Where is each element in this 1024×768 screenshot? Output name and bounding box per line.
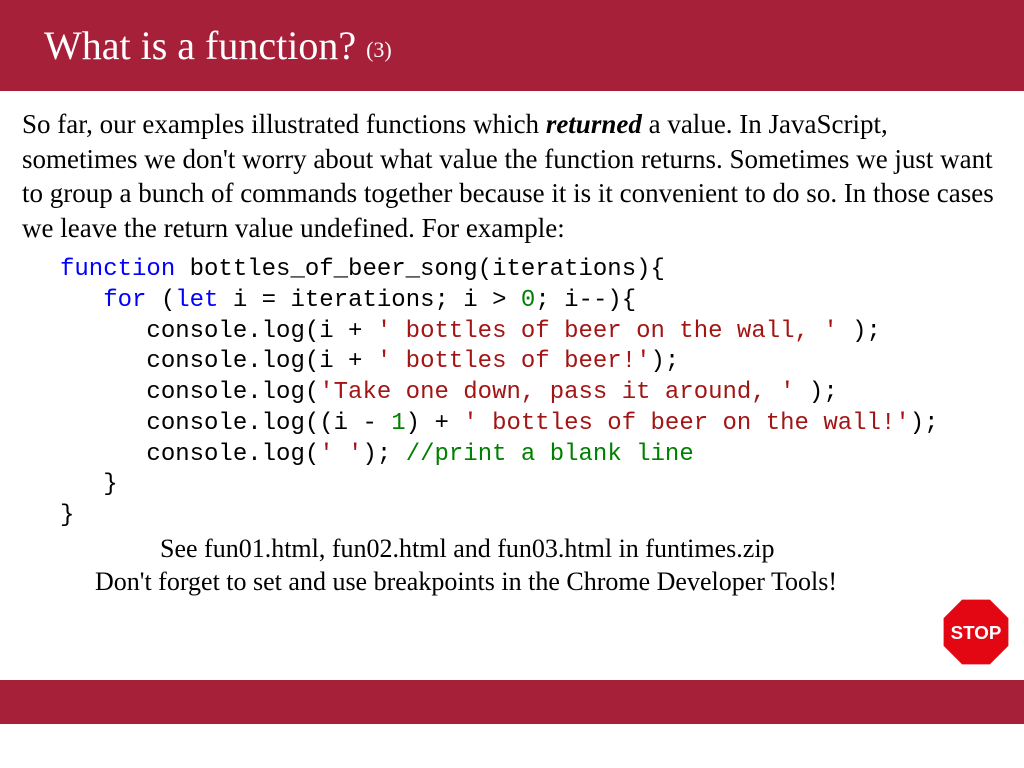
- number-literal: 0: [521, 287, 535, 314]
- string-literal: ' ': [319, 441, 362, 468]
- code-text: ; i--){: [535, 287, 636, 314]
- code-text: }: [60, 502, 74, 529]
- footnote: See fun01.html, fun02.html and fun03.htm…: [0, 532, 1024, 600]
- para-part1: So far, our examples illustrated functio…: [22, 109, 546, 139]
- body-paragraph: So far, our examples illustrated functio…: [0, 91, 1024, 245]
- slide-title: What is a function?: [44, 23, 356, 68]
- comment: //print a blank line: [406, 441, 694, 468]
- code-text: console.log(: [146, 441, 319, 468]
- footnote-line2: Don't forget to set and use breakpoints …: [40, 565, 924, 599]
- code-text: );: [838, 318, 881, 345]
- para-emphasis: returned: [546, 109, 642, 139]
- slide-header: What is a function? (3): [0, 0, 1024, 91]
- code-text: [60, 441, 146, 468]
- code-block: function bottles_of_beer_song(iterations…: [0, 245, 1024, 531]
- page-number: 11: [963, 728, 988, 758]
- code-text: );: [362, 441, 405, 468]
- code-text: [60, 287, 103, 314]
- code-text: );: [795, 379, 838, 406]
- keyword-let: let: [175, 287, 218, 314]
- stop-sign-icon: STOP: [940, 596, 1012, 668]
- code-text: ) +: [406, 410, 464, 437]
- string-literal: 'Take one down, pass it around, ': [319, 379, 794, 406]
- code-text: console.log(: [146, 379, 319, 406]
- slide-footer: [0, 680, 1024, 724]
- code-text: );: [651, 348, 680, 375]
- string-literal: ' bottles of beer on the wall, ': [377, 318, 838, 345]
- footnote-line1: See fun01.html, fun02.html and fun03.htm…: [40, 532, 924, 566]
- code-text: );: [910, 410, 939, 437]
- code-text: (: [146, 287, 175, 314]
- code-text: console.log(i +: [146, 318, 376, 345]
- keyword-for: for: [103, 287, 146, 314]
- code-text: [60, 318, 146, 345]
- code-text: console.log(i +: [146, 348, 376, 375]
- keyword-function: function: [60, 256, 175, 283]
- code-text: [60, 379, 146, 406]
- code-text: bottles_of_beer_song(iterations){: [175, 256, 665, 283]
- code-text: }: [60, 471, 118, 498]
- code-text: [60, 348, 146, 375]
- code-text: [60, 410, 146, 437]
- stop-sign-label: STOP: [951, 622, 1002, 643]
- string-literal: ' bottles of beer!': [377, 348, 651, 375]
- code-text: i = iterations; i >: [218, 287, 520, 314]
- slide-subtitle: (3): [366, 37, 392, 62]
- code-text: console.log((i -: [146, 410, 391, 437]
- number-literal: 1: [391, 410, 405, 437]
- string-literal: ' bottles of beer on the wall!': [463, 410, 909, 437]
